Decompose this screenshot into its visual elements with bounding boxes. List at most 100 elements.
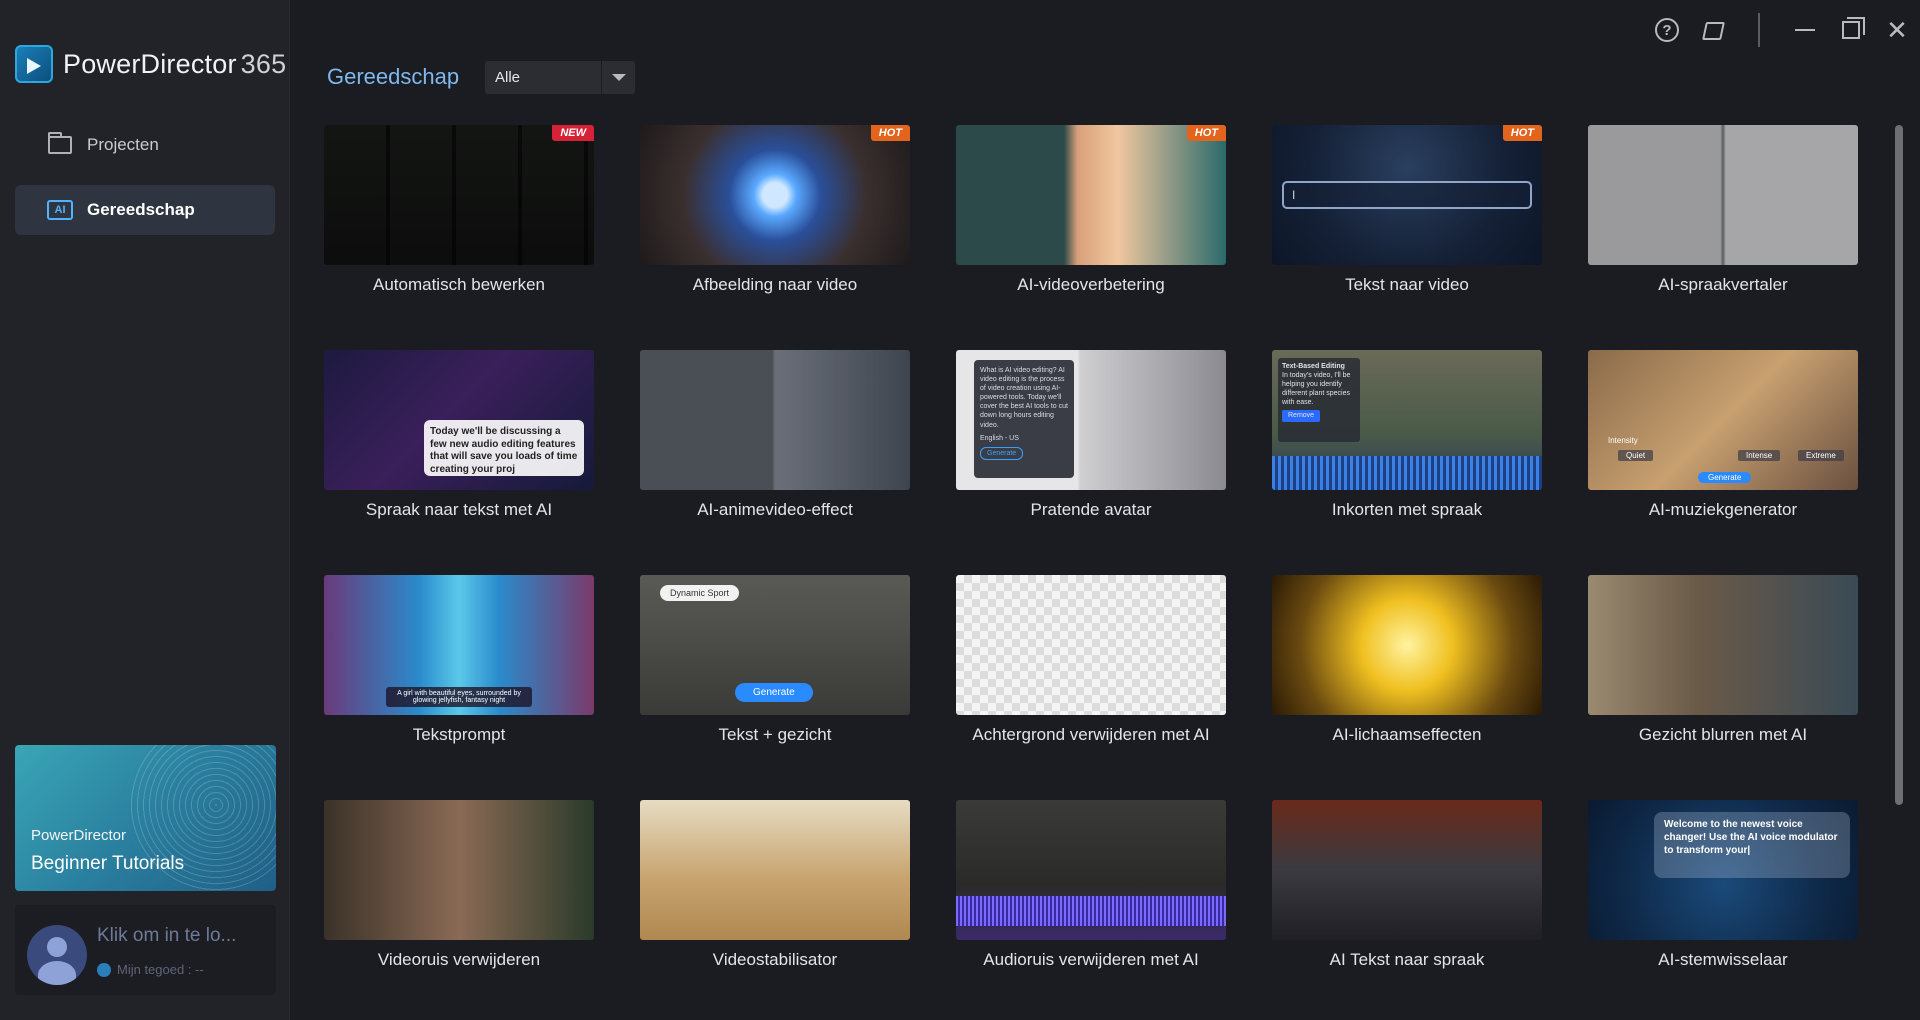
waveform	[1272, 456, 1542, 490]
caption-preview: Today we'll be discussing a few new audi…	[424, 420, 584, 476]
ai-icon: AI	[47, 200, 73, 220]
tool-ai-videoverbetering[interactable]: HOT AI-videoverbetering	[956, 125, 1226, 325]
option-quiet: Quiet	[1618, 450, 1654, 461]
panel-title: Text-Based Editing	[1282, 363, 1345, 370]
tool-inkorten-met-spraak[interactable]: Text-Based Editing In today's video, I'l…	[1272, 350, 1542, 550]
tool-label: Inkorten met spraak	[1331, 500, 1483, 519]
tool-label: AI-videoverbetering	[1017, 275, 1165, 294]
tool-label: AI-muziekgenerator	[1648, 500, 1798, 519]
close-button[interactable]: ✕	[1874, 10, 1920, 50]
sidebar-item-projecten[interactable]: Projecten	[15, 120, 275, 170]
tool-achtergrond-verwijderen[interactable]: Achtergrond verwijderen met AI	[956, 575, 1226, 775]
tool-spraak-naar-tekst[interactable]: Today we'll be discussing a few new audi…	[324, 350, 594, 550]
tutorial-brand: PowerDirector	[31, 827, 127, 844]
brand: PowerDirector 365	[15, 45, 286, 83]
tool-afbeelding-naar-video[interactable]: HOT Afbeelding naar video	[640, 125, 910, 325]
tool-thumbnail	[1588, 575, 1858, 715]
tool-label: Automatisch bewerken	[373, 275, 545, 294]
tool-videostabilisator[interactable]: Videostabilisator	[640, 800, 910, 1000]
tool-thumbnail: NEW	[324, 125, 594, 265]
voice-bubble-preview: Welcome to the newest voice changer! Use…	[1654, 812, 1850, 878]
tool-automatisch-bewerken[interactable]: NEW Automatisch bewerken	[324, 125, 594, 325]
tool-ai-muziekgenerator[interactable]: Intensity Quiet Intense Extreme Generate…	[1588, 350, 1858, 550]
tool-ai-spraakvertaler[interactable]: AI-spraakvertaler	[1588, 125, 1858, 325]
panel-body: In today's video, I'll be helping you id…	[1282, 372, 1351, 407]
editing-panel-preview: Text-Based Editing In today's video, I'l…	[1278, 358, 1360, 442]
credit-text: Mijn tegoed : --	[117, 962, 204, 977]
tool-gezicht-blurren[interactable]: Gezicht blurren met AI	[1588, 575, 1858, 775]
tool-thumbnail: HOT I	[1272, 125, 1542, 265]
style-pill: Dynamic Sport	[660, 585, 740, 601]
restore-icon	[1842, 17, 1865, 39]
folder-icon	[47, 132, 73, 155]
generate-button-preview: Generate	[1698, 472, 1752, 483]
help-button[interactable]: ?	[1644, 10, 1690, 50]
close-icon: ✕	[1886, 15, 1908, 45]
tool-thumbnail	[640, 350, 910, 490]
tool-thumbnail: Text-Based Editing In today's video, I'l…	[1272, 350, 1542, 490]
tool-pratende-avatar[interactable]: What is AI video editing? AI video editi…	[956, 350, 1226, 550]
login-link[interactable]: Klik om in te lo...	[97, 925, 267, 947]
sidebar-item-label: Projecten	[87, 135, 159, 154]
minimize-icon	[1795, 29, 1815, 31]
tool-audioruis-verwijderen[interactable]: Audioruis verwijderen met AI	[956, 800, 1226, 1000]
tool-thumbnail: HOT	[640, 125, 910, 265]
maximize-button[interactable]	[1828, 10, 1874, 50]
tool-thumbnail: What is AI video editing? AI video editi…	[956, 350, 1226, 490]
hot-badge: HOT	[1502, 125, 1542, 141]
sidebar-item-label: Gereedschap	[87, 200, 195, 219]
dropdown-value: Alle	[495, 69, 521, 86]
tool-label: Tekst + gezicht	[718, 725, 832, 744]
tool-thumbnail: Welcome to the newest voice changer! Use…	[1588, 800, 1858, 940]
tool-label: AI-animevideo-effect	[697, 500, 853, 519]
tool-thumbnail	[324, 800, 594, 940]
tool-ai-lichaamseffecten[interactable]: AI-lichaamseffecten	[1272, 575, 1542, 775]
option-extreme: Extreme	[1798, 450, 1844, 461]
tool-ai-stemwisselaar[interactable]: Welcome to the newest voice changer! Use…	[1588, 800, 1858, 1000]
script-panel-preview: What is AI video editing? AI video editi…	[974, 360, 1074, 478]
page-title: Gereedschap	[327, 64, 460, 89]
app-version: 365	[240, 48, 287, 79]
tool-tekst-naar-video[interactable]: HOT I Tekst naar video	[1272, 125, 1542, 325]
sidebar: PowerDirector 365 Projecten AI Gereedscha…	[0, 0, 290, 1020]
hot-badge: HOT	[1186, 125, 1226, 141]
tool-thumbnail	[1272, 800, 1542, 940]
powerdirector-logo-icon	[15, 45, 53, 83]
window-controls: ? ✕	[1644, 0, 1920, 60]
tool-thumbnail	[640, 800, 910, 940]
remove-button-preview: Remove	[1282, 410, 1321, 422]
tool-label: Afbeelding naar video	[692, 275, 858, 294]
tool-tekst-gezicht[interactable]: Dynamic Sport Generate Tekst + gezicht	[640, 575, 910, 775]
avatar[interactable]	[27, 925, 87, 985]
tool-label: Pratende avatar	[1030, 500, 1152, 519]
intensity-label: Intensity	[1608, 436, 1638, 445]
generate-button-preview: Generate	[980, 446, 1024, 460]
tool-ai-tekst-naar-spraak[interactable]: AI Tekst naar spraak	[1272, 800, 1542, 1000]
language-select: English - US	[980, 434, 1019, 442]
prompt-input-preview: I	[1282, 181, 1532, 209]
sidebar-item-gereedschap[interactable]: AI Gereedschap	[15, 185, 275, 235]
category-filter-dropdown[interactable]: Alle	[485, 61, 635, 94]
tool-label: AI-stemwisselaar	[1658, 950, 1788, 969]
feedback-button[interactable]	[1690, 10, 1736, 50]
chevron-down-icon[interactable]	[601, 61, 635, 94]
tool-videoruis-verwijderen[interactable]: Videoruis verwijderen	[324, 800, 594, 1000]
generate-button-preview: Generate	[735, 683, 813, 702]
tool-ai-animevideo-effect[interactable]: AI-animevideo-effect	[640, 350, 910, 550]
beginner-tutorials-card[interactable]: PowerDirector Beginner Tutorials	[15, 745, 276, 891]
tool-thumbnail: HOT	[956, 125, 1226, 265]
tool-thumbnail	[956, 575, 1226, 715]
app-name: PowerDirector	[63, 48, 237, 79]
tool-label: Tekst naar video	[1345, 275, 1469, 294]
tool-tekstprompt[interactable]: A girl with beautiful eyes, surrounded b…	[324, 575, 594, 775]
tool-label: Spraak naar tekst met AI	[365, 500, 553, 519]
option-intense: Intense	[1738, 450, 1781, 461]
account-panel[interactable]: Klik om in te lo... Mijn tegoed : --	[15, 905, 276, 995]
tool-label: AI Tekst naar spraak	[1329, 950, 1485, 969]
help-icon: ?	[1655, 18, 1679, 42]
minimize-button[interactable]	[1782, 10, 1828, 50]
app-window: PowerDirector 365 Projecten AI Gereedscha…	[0, 0, 1920, 1020]
tool-thumbnail	[956, 800, 1226, 940]
vertical-scrollbar[interactable]	[1895, 125, 1903, 805]
tool-label: AI-lichaamseffecten	[1332, 725, 1482, 744]
